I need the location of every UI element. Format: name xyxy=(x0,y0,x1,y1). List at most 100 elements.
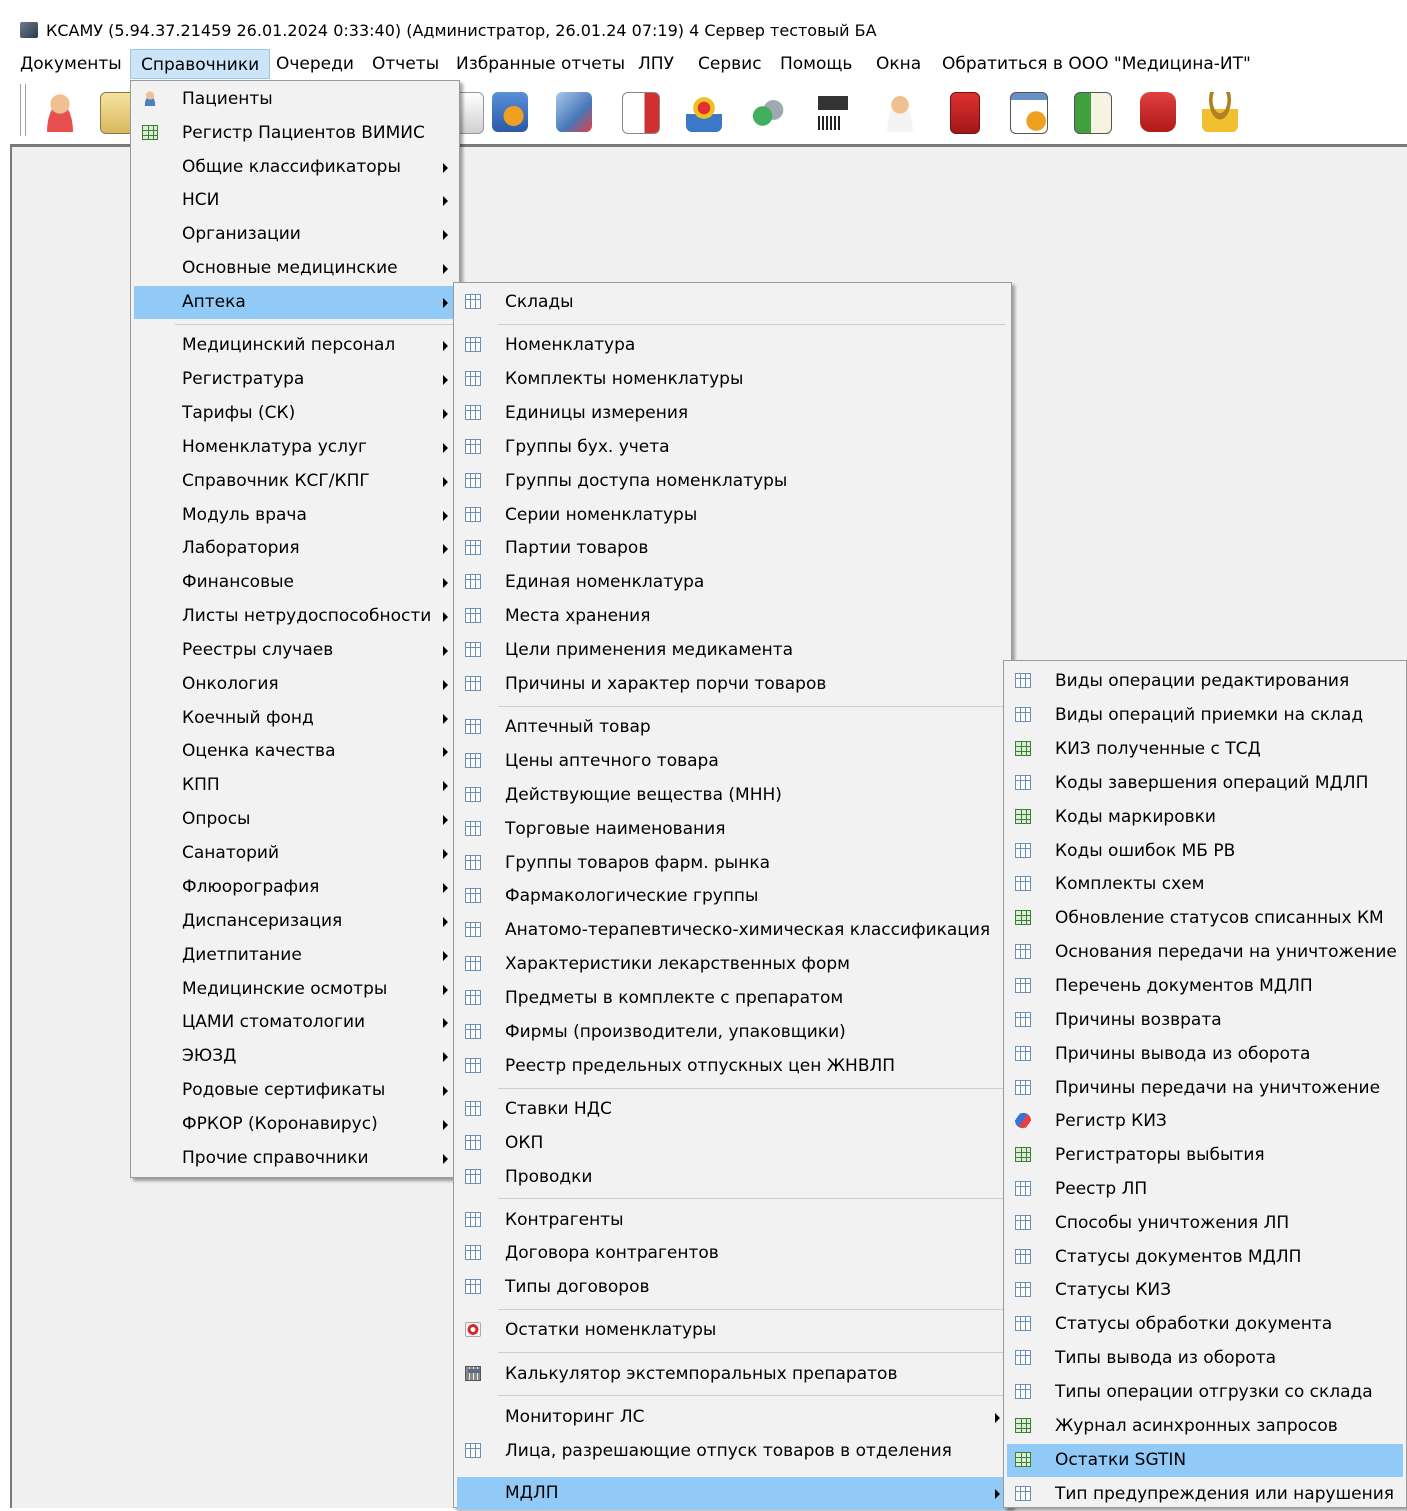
menu-item[interactable]: Виды операции редактирования xyxy=(1007,665,1403,698)
menu-item[interactable]: Регистр Пациентов ВИМИС xyxy=(134,117,456,150)
menu-item[interactable]: Причины и характер порчи товаров xyxy=(457,668,1008,701)
red-book-toolbar-button[interactable] xyxy=(942,88,986,136)
barcode-scanner-toolbar-button[interactable] xyxy=(810,88,854,136)
menu-item[interactable]: Реестр ЛП xyxy=(1007,1173,1403,1206)
menu-item[interactable]: Диетпитание xyxy=(134,939,456,972)
menu-item[interactable]: Обновление статусов списанных КМ xyxy=(1007,902,1403,935)
menu-item[interactable]: Коды ошибок МБ РВ xyxy=(1007,835,1403,868)
menu-item[interactable]: Причины возврата xyxy=(1007,1004,1403,1037)
menu-item[interactable]: Партии товаров xyxy=(457,532,1008,565)
menu-item[interactable]: Онкология xyxy=(134,668,456,701)
menu-item[interactable]: Группы бух. учета xyxy=(457,431,1008,464)
pdf-toolbar-button[interactable] xyxy=(1136,88,1180,136)
menubar-item[interactable]: Сервис xyxy=(688,49,772,79)
menu-item[interactable]: ЭЮЗД xyxy=(134,1040,456,1073)
menu-item[interactable]: Контрагенты xyxy=(457,1204,1008,1237)
lock-toolbar-button[interactable] xyxy=(1198,88,1242,136)
pharmacy-toolbar-button[interactable] xyxy=(552,88,596,136)
menu-item[interactable]: МДЛП xyxy=(457,1477,1008,1510)
menu-item[interactable]: Лаборатория xyxy=(134,532,456,565)
basket-toolbar-button[interactable] xyxy=(682,88,726,136)
menu-item[interactable]: Финансовые xyxy=(134,566,456,599)
menu-item[interactable]: Справочник КСГ/КПГ xyxy=(134,465,456,498)
menu-item[interactable]: Коды завершения операций МДЛП xyxy=(1007,767,1403,800)
menubar-item[interactable]: ЛПУ xyxy=(628,49,684,79)
menu-item[interactable]: Виды операций приемки на склад xyxy=(1007,699,1403,732)
menu-item[interactable]: Аптека xyxy=(134,286,456,319)
menu-item[interactable]: Анатомо-терапевтическо-химическая класси… xyxy=(457,914,1008,947)
menu-item[interactable]: Реестр предельных отпускных цен ЖНВЛП xyxy=(457,1050,1008,1083)
menu-item[interactable]: ФРКОР (Коронавирус) xyxy=(134,1108,456,1141)
menu-item[interactable]: Причины вывода из оборота xyxy=(1007,1038,1403,1071)
menu-item[interactable]: Номенклатура услуг xyxy=(134,431,456,464)
menu-item[interactable]: Предметы в комплекте с препаратом xyxy=(457,982,1008,1015)
menu-item[interactable]: Диспансеризация xyxy=(134,905,456,938)
menubar-item[interactable]: Очереди xyxy=(266,49,364,79)
menu-item[interactable]: КПП xyxy=(134,769,456,802)
menu-item[interactable]: НСИ xyxy=(134,184,456,217)
menu-item[interactable]: Ставки НДС xyxy=(457,1093,1008,1126)
pills-toolbar-button[interactable] xyxy=(746,88,790,136)
menu-item[interactable]: Цены аптечного товара xyxy=(457,745,1008,778)
menu-item[interactable]: Реестры случаев xyxy=(134,634,456,667)
menu-item[interactable]: Единицы измерения xyxy=(457,397,1008,430)
menu-item[interactable]: Типы договоров xyxy=(457,1271,1008,1304)
menu-item[interactable]: Регистратура xyxy=(134,363,456,396)
menubar-item[interactable]: Помощь xyxy=(770,49,862,79)
menu-item[interactable]: Статусы КИЗ xyxy=(1007,1274,1403,1307)
menu-item[interactable]: Медицинский персонал xyxy=(134,329,456,362)
menu-item[interactable]: Цели применения медикамента xyxy=(457,634,1008,667)
menu-item[interactable]: Комплекты номенклатуры xyxy=(457,363,1008,396)
menu-item[interactable]: Родовые сертификаты xyxy=(134,1074,456,1107)
menu-item[interactable]: Торговые наименования xyxy=(457,813,1008,846)
menu-item[interactable]: Медицинские осмотры xyxy=(134,973,456,1006)
menu-item[interactable]: Договора контрагентов xyxy=(457,1237,1008,1270)
menu-item[interactable]: Типы операции отгрузки со склада xyxy=(1007,1376,1403,1409)
window-clock-toolbar-button[interactable] xyxy=(1006,88,1050,136)
menu-item[interactable]: Остатки SGTIN xyxy=(1007,1444,1403,1477)
menubar-item[interactable]: Окна xyxy=(866,49,931,79)
menubar-item[interactable]: Обратиться в ООО "Медицина-ИТ" xyxy=(932,49,1261,79)
menu-item[interactable]: Аптечный товар xyxy=(457,711,1008,744)
menu-item[interactable]: Тип предупреждения или нарушения xyxy=(1007,1478,1403,1511)
menu-item[interactable]: Серии номенклатуры xyxy=(457,499,1008,532)
toolbar-grip[interactable] xyxy=(20,84,26,136)
menu-item[interactable]: Действующие вещества (МНН) xyxy=(457,779,1008,812)
menu-item[interactable]: Остатки номенклатуры xyxy=(457,1314,1008,1347)
menu-item[interactable]: Основания передачи на уничтожение xyxy=(1007,936,1403,969)
menu-item[interactable]: Прочие справочники xyxy=(134,1142,456,1175)
menu-item[interactable]: Фармакологические группы xyxy=(457,880,1008,913)
menu-item[interactable]: Типы вывода из оборота xyxy=(1007,1342,1403,1375)
menu-item[interactable]: Комплекты схем xyxy=(1007,868,1403,901)
menu-item[interactable]: Оценка качества xyxy=(134,735,456,768)
menu-item[interactable]: Фирмы (производители, упаковщики) xyxy=(457,1016,1008,1049)
menu-item[interactable]: Места хранения xyxy=(457,600,1008,633)
menubar-item[interactable]: Отчеты xyxy=(362,49,449,79)
menu-item[interactable]: Журнал асинхронных запросов xyxy=(1007,1410,1403,1443)
menu-item[interactable]: КИЗ полученные с ТСД xyxy=(1007,733,1403,766)
menu-item[interactable]: Пациенты xyxy=(134,83,456,116)
menu-item[interactable]: Перечень документов МДЛП xyxy=(1007,970,1403,1003)
menu-item[interactable]: Регистр КИЗ xyxy=(1007,1105,1403,1138)
menu-item[interactable]: Единая номенклатура xyxy=(457,566,1008,599)
menu-item[interactable]: Флюорография xyxy=(134,871,456,904)
menu-item[interactable]: Санаторий xyxy=(134,837,456,870)
menu-item[interactable]: Коды маркировки xyxy=(1007,801,1403,834)
menu-item[interactable]: Способы уничтожения ЛП xyxy=(1007,1207,1403,1240)
menu-item[interactable]: Проводки xyxy=(457,1161,1008,1194)
menu-item[interactable]: Тарифы (СК) xyxy=(134,397,456,430)
menu-item[interactable]: Группы доступа номенклатуры xyxy=(457,465,1008,498)
menu-item[interactable]: ОКП xyxy=(457,1127,1008,1160)
menubar-item[interactable]: Документы xyxy=(10,49,132,79)
menu-item[interactable]: Причины передачи на уничтожение xyxy=(1007,1072,1403,1105)
schedule-toolbar-button[interactable] xyxy=(488,88,532,136)
menu-item[interactable]: Регистраторы выбытия xyxy=(1007,1139,1403,1172)
menubar-item[interactable]: Справочники xyxy=(130,49,271,79)
menu-item[interactable]: Номенклатура xyxy=(457,329,1008,362)
menu-item[interactable]: Общие классификаторы xyxy=(134,151,456,184)
menu-item[interactable]: Листы нетрудоспособности xyxy=(134,600,456,633)
menu-item[interactable]: Опросы xyxy=(134,803,456,836)
menu-item[interactable]: Модуль врача xyxy=(134,499,456,532)
menu-item[interactable]: Калькулятор экстемпоральных препаратов xyxy=(457,1358,1008,1391)
menu-item[interactable]: Статусы документов МДЛП xyxy=(1007,1241,1403,1274)
